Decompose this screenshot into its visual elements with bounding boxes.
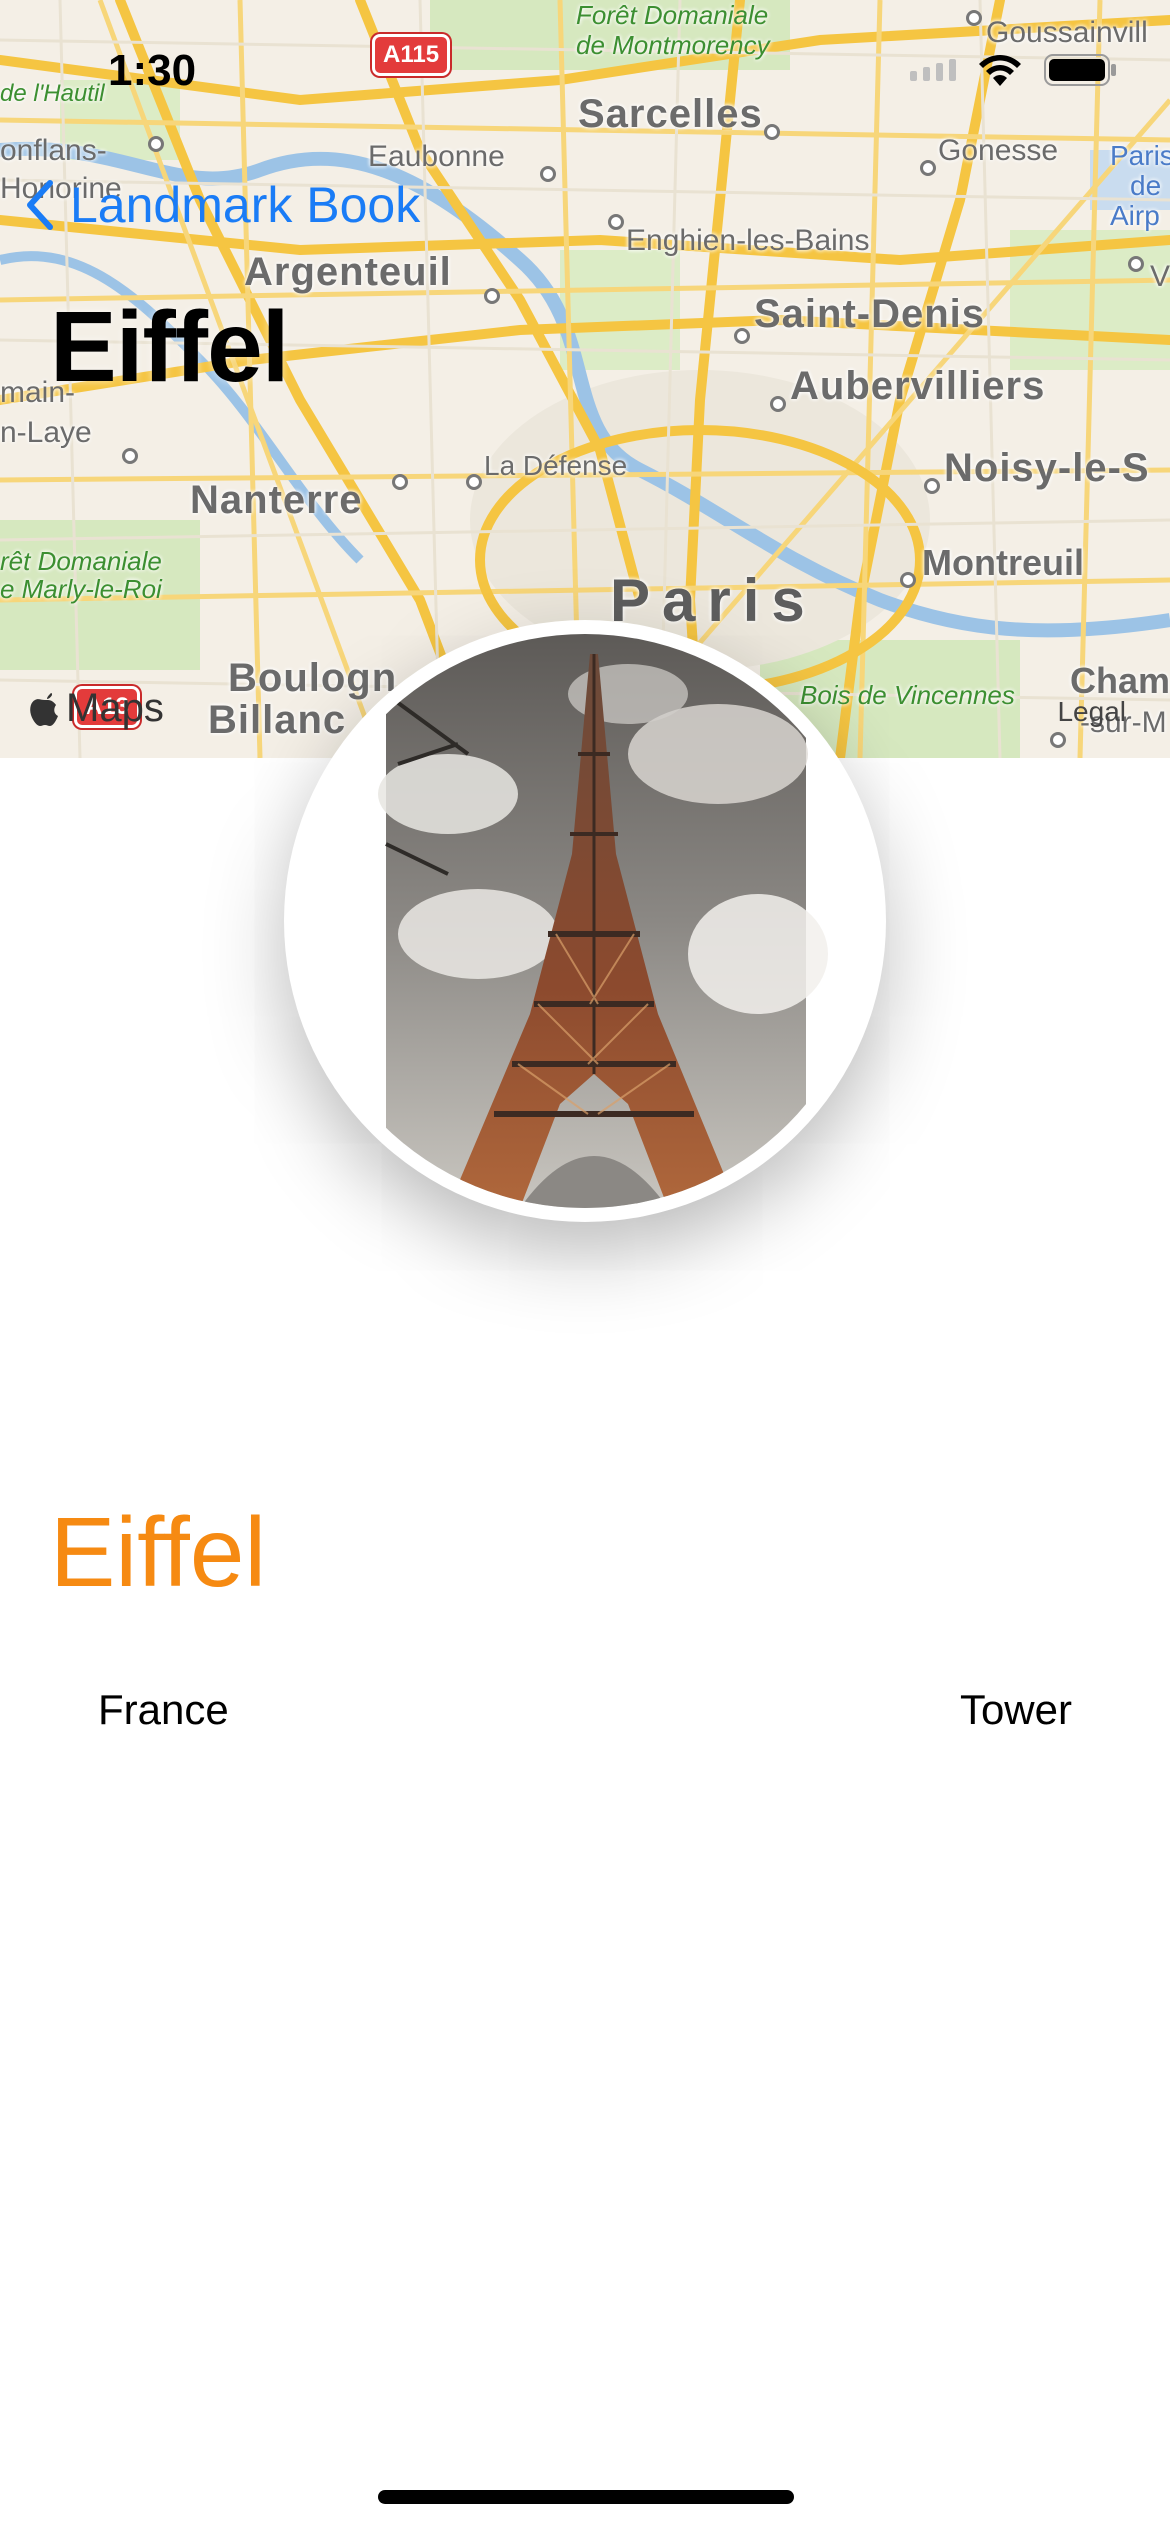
home-indicator[interactable]: [378, 2490, 794, 2504]
city-marker: [770, 396, 786, 412]
map-label: Eaubonne: [368, 140, 505, 173]
map-label: V: [1150, 260, 1170, 293]
city-marker: [920, 160, 936, 176]
back-button-label: Landmark Book: [70, 177, 421, 233]
map-label: Nanterre: [190, 478, 363, 522]
legal-link[interactable]: Legal: [1057, 696, 1126, 728]
map-label: Boulogn: [228, 656, 398, 700]
chevron-left-icon: [27, 180, 53, 230]
map-label: Paris: [1110, 140, 1170, 171]
city-marker: [734, 328, 750, 344]
city-marker: [608, 214, 624, 230]
city-marker: [122, 448, 138, 464]
landmark-photo: [298, 634, 872, 1208]
map-label: Bois de Vincennes: [800, 680, 1015, 710]
map-label: Enghien-les-Bains: [626, 224, 870, 257]
city-marker: [392, 474, 408, 490]
landmark-type: Tower: [959, 1686, 1072, 1733]
map-label: Noisy-le-S: [944, 446, 1150, 490]
map-label: de: [1130, 170, 1162, 201]
map-label: Billanc: [208, 698, 347, 742]
map-label: Airp: [1110, 200, 1160, 231]
map-label: Aubervilliers: [790, 364, 1046, 408]
landmark-country: France: [98, 1686, 229, 1733]
page-title: Eiffel: [50, 291, 289, 403]
map-label: onflans-: [0, 134, 107, 167]
city-marker: [466, 474, 482, 490]
road-shield: A115: [372, 34, 451, 76]
landmark-name: Eiffel: [50, 1497, 267, 1607]
apple-logo-icon: [30, 692, 58, 726]
map-label: Argenteuil: [244, 250, 452, 294]
status-icons: [910, 52, 1118, 88]
city-marker: [764, 124, 780, 140]
maps-label: Maps: [66, 686, 164, 730]
city-marker: [540, 166, 556, 182]
city-marker: [484, 288, 500, 304]
map-label: La Défense: [484, 450, 628, 481]
map-label: Sarcelles: [578, 92, 763, 136]
map-label: e Marly-le-Roi: [0, 574, 162, 604]
map-label: Forêt Domaniale: [576, 0, 769, 30]
city-marker: [1050, 732, 1066, 748]
city-marker: [148, 136, 164, 152]
map-label: n-Laye: [0, 416, 92, 449]
battery-icon: [1044, 54, 1116, 86]
map-label: rêt Domaniale: [0, 546, 162, 576]
map-label: de l'Hautil: [0, 80, 105, 107]
map-label: Montreuil: [922, 542, 1084, 583]
map-label: Goussainvill: [986, 16, 1148, 49]
cellular-signal-icon: [910, 59, 956, 81]
back-button[interactable]: Landmark Book: [24, 176, 420, 234]
map-label: Saint-Denis: [754, 292, 986, 336]
city-marker: [924, 478, 940, 494]
map-label: Gonesse: [938, 134, 1059, 167]
city-marker: [966, 10, 982, 26]
city-marker: [1128, 256, 1144, 272]
landmark-photo-frame: [284, 620, 886, 1222]
status-time: 1:30: [108, 46, 197, 95]
wifi-icon: [979, 55, 1021, 86]
map-label: de Montmorency: [576, 30, 770, 60]
apple-maps-attribution[interactable]: Maps: [28, 686, 164, 731]
city-marker: [900, 572, 916, 588]
eiffel-tower-image: [298, 634, 872, 1208]
